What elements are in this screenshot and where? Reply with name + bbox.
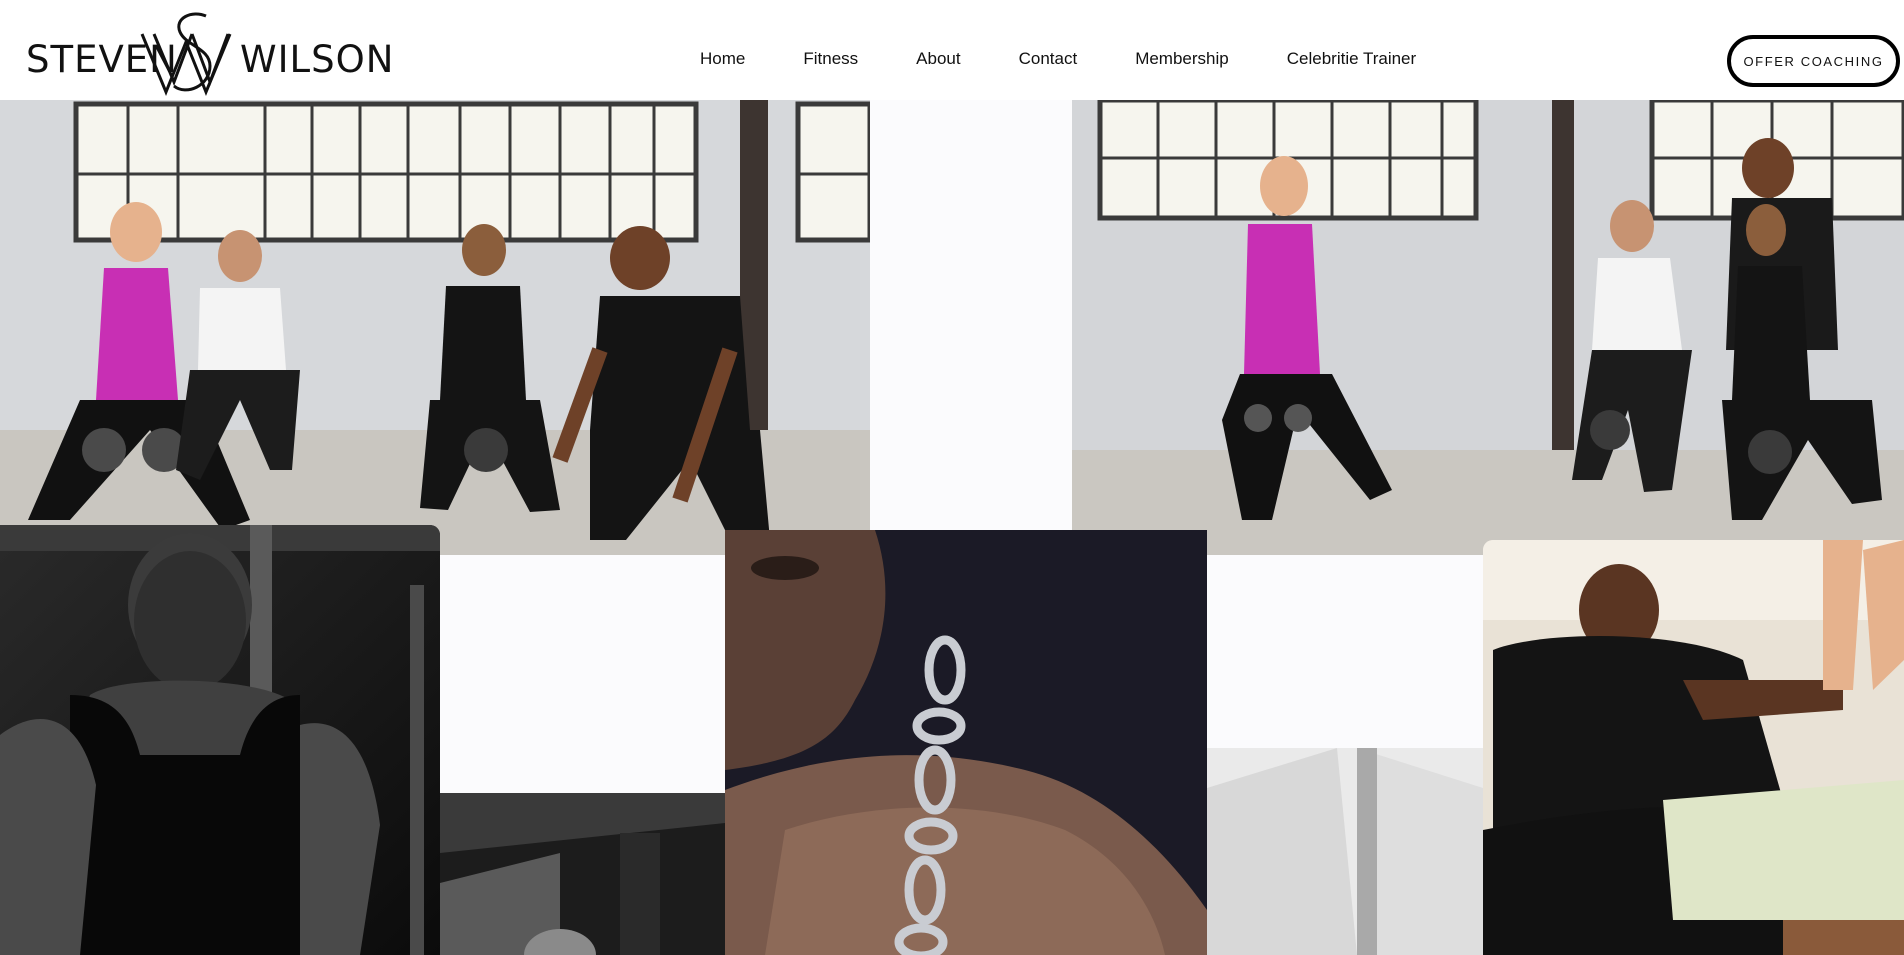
gym-equipment-photo[interactable] bbox=[440, 793, 725, 955]
trainer-portrait-image-icon bbox=[0, 525, 440, 955]
nav-contact[interactable]: Contact bbox=[1019, 46, 1078, 72]
chain-shoulder-image-icon bbox=[725, 530, 1207, 955]
group-training-image-icon bbox=[0, 100, 870, 555]
brand-logo[interactable]: STEVEN WILSON bbox=[26, 12, 393, 98]
group-lunge-coaching-photo[interactable] bbox=[1072, 100, 1904, 555]
abstract-light-image-icon bbox=[1207, 748, 1483, 955]
group-kettlebell-squat-photo[interactable] bbox=[0, 100, 870, 555]
nav-celebrity-trainer[interactable]: Celebritie Trainer bbox=[1287, 46, 1416, 72]
gallery-gap bbox=[870, 100, 1072, 530]
trainer-stretch-assist-photo[interactable] bbox=[1483, 540, 1904, 955]
logo-last-name: WILSON bbox=[240, 38, 395, 81]
sw-monogram-icon bbox=[140, 12, 232, 96]
site-header: STEVEN WILSON Home Fitness About Contact… bbox=[0, 0, 1904, 100]
stretch-assist-image-icon bbox=[1483, 540, 1904, 955]
gallery-gap bbox=[1207, 555, 1483, 748]
nav-home[interactable]: Home bbox=[700, 46, 745, 72]
trainer-portrait-tank-photo[interactable] bbox=[0, 525, 440, 955]
gallery-gap bbox=[440, 555, 725, 793]
abstract-light-photo[interactable] bbox=[1207, 748, 1483, 955]
nav-fitness[interactable]: Fitness bbox=[803, 46, 858, 72]
lunge-coaching-image-icon bbox=[1072, 100, 1904, 555]
main-nav: Home Fitness About Contact Membership Ce… bbox=[700, 46, 1416, 72]
nav-membership[interactable]: Membership bbox=[1135, 46, 1229, 72]
nav-about[interactable]: About bbox=[916, 46, 960, 72]
gym-equipment-image-icon bbox=[440, 793, 725, 955]
chain-shoulder-photo[interactable] bbox=[725, 530, 1207, 955]
offer-coaching-button[interactable]: OFFER COACHING bbox=[1727, 35, 1900, 87]
